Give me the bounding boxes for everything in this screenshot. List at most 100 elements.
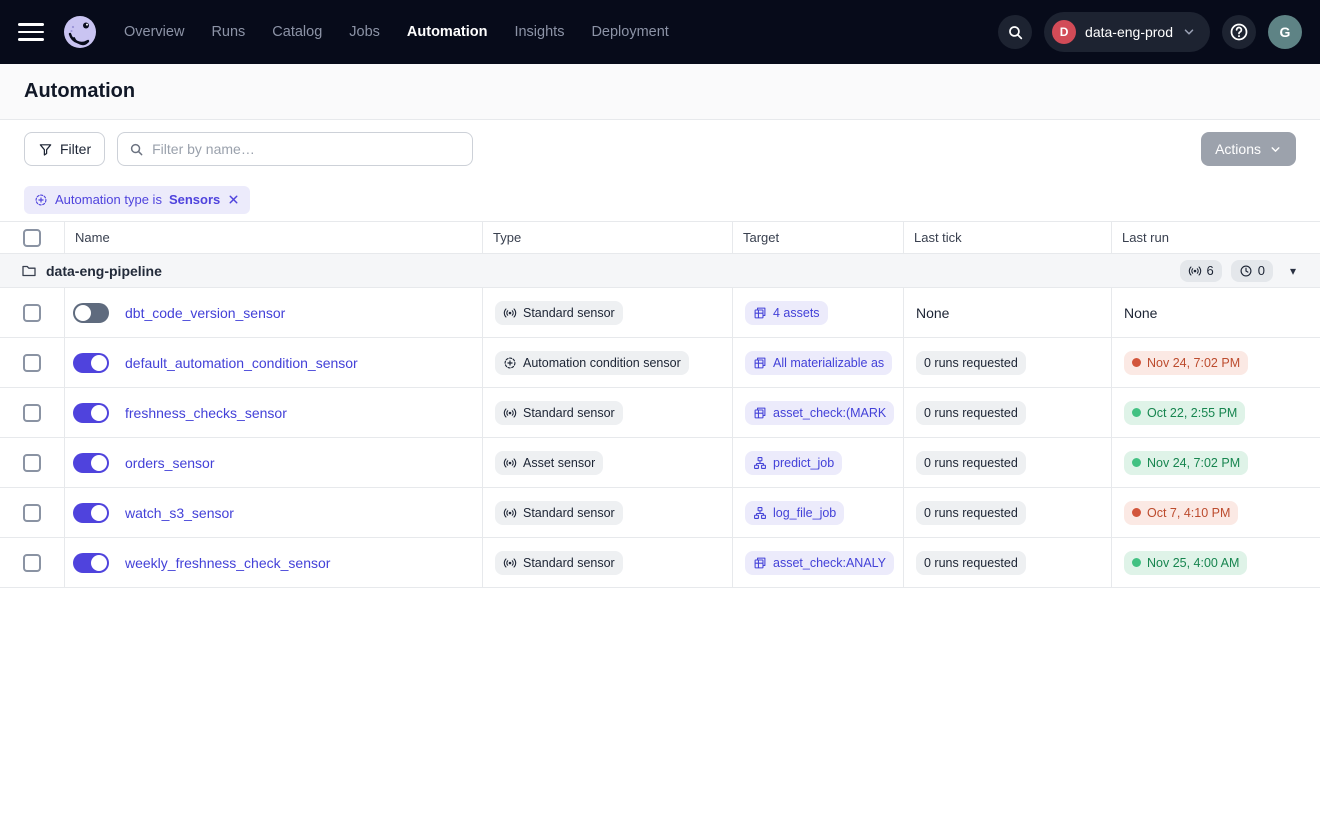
run-status-dot — [1132, 358, 1141, 367]
sensor-toggle[interactable] — [73, 353, 109, 373]
last-run-tag[interactable]: Oct 22, 2:55 PM — [1124, 401, 1245, 425]
table-row: weekly_freshness_check_sensor Standard s… — [0, 538, 1320, 588]
last-run-tag[interactable]: Nov 24, 7:02 PM — [1124, 351, 1248, 375]
type-tag: Asset sensor — [495, 451, 603, 475]
sensor-name-link[interactable]: orders_sensor — [125, 455, 215, 471]
row-checkbox[interactable] — [23, 554, 41, 572]
col-type: Type — [482, 222, 732, 253]
nav-runs[interactable]: Runs — [211, 24, 245, 40]
row-checkbox[interactable] — [23, 304, 41, 322]
collapse-group-icon[interactable]: ▾ — [1290, 264, 1296, 278]
type-tag: Standard sensor — [495, 551, 623, 575]
help-icon — [1229, 22, 1249, 42]
deployment-switcher[interactable]: D data-eng-prod — [1044, 12, 1210, 52]
sensor-name-link[interactable]: default_automation_condition_sensor — [125, 355, 358, 371]
deployment-avatar: D — [1052, 20, 1076, 44]
asset-icon — [753, 356, 767, 370]
job-icon — [753, 456, 767, 470]
target-tag[interactable]: log_file_job — [745, 501, 844, 525]
deployment-name: data-eng-prod — [1085, 24, 1173, 40]
type-tag: Automation condition sensor — [495, 351, 689, 375]
col-last-tick: Last tick — [903, 222, 1111, 253]
table-row: freshness_checks_sensor Standard sensor … — [0, 388, 1320, 438]
last-tick-tag: 0 runs requested — [916, 551, 1026, 575]
active-filters-row: Automation type is Sensors — [0, 178, 1320, 222]
name-filter-field — [117, 132, 473, 166]
row-checkbox[interactable] — [23, 454, 41, 472]
sensor-toggle[interactable] — [73, 453, 109, 473]
last-tick-tag: 0 runs requested — [916, 501, 1026, 525]
last-run-tag[interactable]: Nov 24, 7:02 PM — [1124, 451, 1248, 475]
primary-nav: Overview Runs Catalog Jobs Automation In… — [124, 24, 669, 40]
automation-table: Name Type Target Last tick Last run data… — [0, 222, 1320, 588]
select-all-checkbox[interactable] — [23, 229, 41, 247]
sensor-toggle[interactable] — [73, 503, 109, 523]
sensor-toggle[interactable] — [73, 303, 109, 323]
last-run-value: None — [1124, 305, 1157, 321]
nav-automation[interactable]: Automation — [407, 24, 488, 40]
table-row: watch_s3_sensor Standard sensor log_file… — [0, 488, 1320, 538]
last-run-tag[interactable]: Oct 7, 4:10 PM — [1124, 501, 1238, 525]
run-status-dot — [1132, 408, 1141, 417]
nav-deployment[interactable]: Deployment — [591, 24, 668, 40]
menu-icon[interactable] — [18, 23, 44, 41]
chevron-down-icon — [1182, 25, 1196, 39]
nav-jobs[interactable]: Jobs — [349, 24, 380, 40]
sensor-name-link[interactable]: freshness_checks_sensor — [125, 405, 287, 421]
last-tick-value: None — [916, 305, 949, 321]
sensor-name-link[interactable]: dbt_code_version_sensor — [125, 305, 285, 321]
close-icon[interactable] — [227, 193, 240, 206]
last-tick-tag: 0 runs requested — [916, 351, 1026, 375]
row-checkbox[interactable] — [23, 504, 41, 522]
sensor-icon — [503, 306, 517, 320]
top-nav: Overview Runs Catalog Jobs Automation In… — [0, 0, 1320, 64]
sensor-icon — [1188, 264, 1202, 278]
clock-icon — [1239, 264, 1253, 278]
asset-icon — [753, 406, 767, 420]
sensor-icon — [503, 456, 517, 470]
target-tag[interactable]: All materializable as — [745, 351, 892, 375]
last-run-tag[interactable]: Nov 25, 4:00 AM — [1124, 551, 1247, 575]
filter-chip-value: Sensors — [169, 192, 220, 207]
asset-icon — [753, 556, 767, 570]
schedule-count-badge: 0 — [1231, 260, 1273, 282]
actions-button-label: Actions — [1215, 141, 1261, 157]
col-last-run: Last run — [1111, 222, 1320, 253]
sensor-name-link[interactable]: watch_s3_sensor — [125, 505, 234, 521]
col-target: Target — [732, 222, 903, 253]
target-tag[interactable]: asset_check:(MARK — [745, 401, 894, 425]
sensor-toggle[interactable] — [73, 403, 109, 423]
col-name: Name — [64, 222, 482, 253]
toolbar: Filter Actions — [0, 120, 1320, 178]
table-row: dbt_code_version_sensor Standard sensor … — [0, 288, 1320, 338]
last-tick-tag: 0 runs requested — [916, 451, 1026, 475]
sensor-icon — [503, 506, 517, 520]
repo-group-row[interactable]: data-eng-pipeline 6 0 ▾ — [0, 254, 1320, 288]
run-status-dot — [1132, 458, 1141, 467]
sensor-toggle[interactable] — [73, 553, 109, 573]
help-button[interactable] — [1222, 15, 1256, 49]
filter-chip-automation-type[interactable]: Automation type is Sensors — [24, 186, 250, 214]
chevron-down-icon — [1269, 143, 1282, 156]
nav-catalog[interactable]: Catalog — [272, 24, 322, 40]
row-checkbox[interactable] — [23, 404, 41, 422]
user-avatar[interactable]: G — [1268, 15, 1302, 49]
target-tag[interactable]: 4 assets — [745, 301, 828, 325]
dagster-logo[interactable] — [60, 12, 100, 52]
sensor-name-link[interactable]: weekly_freshness_check_sensor — [125, 555, 330, 571]
funnel-icon — [38, 142, 53, 157]
filter-button[interactable]: Filter — [24, 132, 105, 166]
search-button[interactable] — [998, 15, 1032, 49]
sensor-icon — [503, 406, 517, 420]
sensor-icon — [503, 556, 517, 570]
row-checkbox[interactable] — [23, 354, 41, 372]
name-filter-input[interactable] — [152, 141, 461, 157]
nav-insights[interactable]: Insights — [514, 24, 564, 40]
target-tag[interactable]: asset_check:ANALY — [745, 551, 894, 575]
folder-icon — [21, 263, 37, 279]
actions-button[interactable]: Actions — [1201, 132, 1296, 166]
table-row: orders_sensor Asset sensor predict_job 0… — [0, 438, 1320, 488]
search-icon — [129, 142, 144, 157]
nav-overview[interactable]: Overview — [124, 24, 184, 40]
target-tag[interactable]: predict_job — [745, 451, 842, 475]
